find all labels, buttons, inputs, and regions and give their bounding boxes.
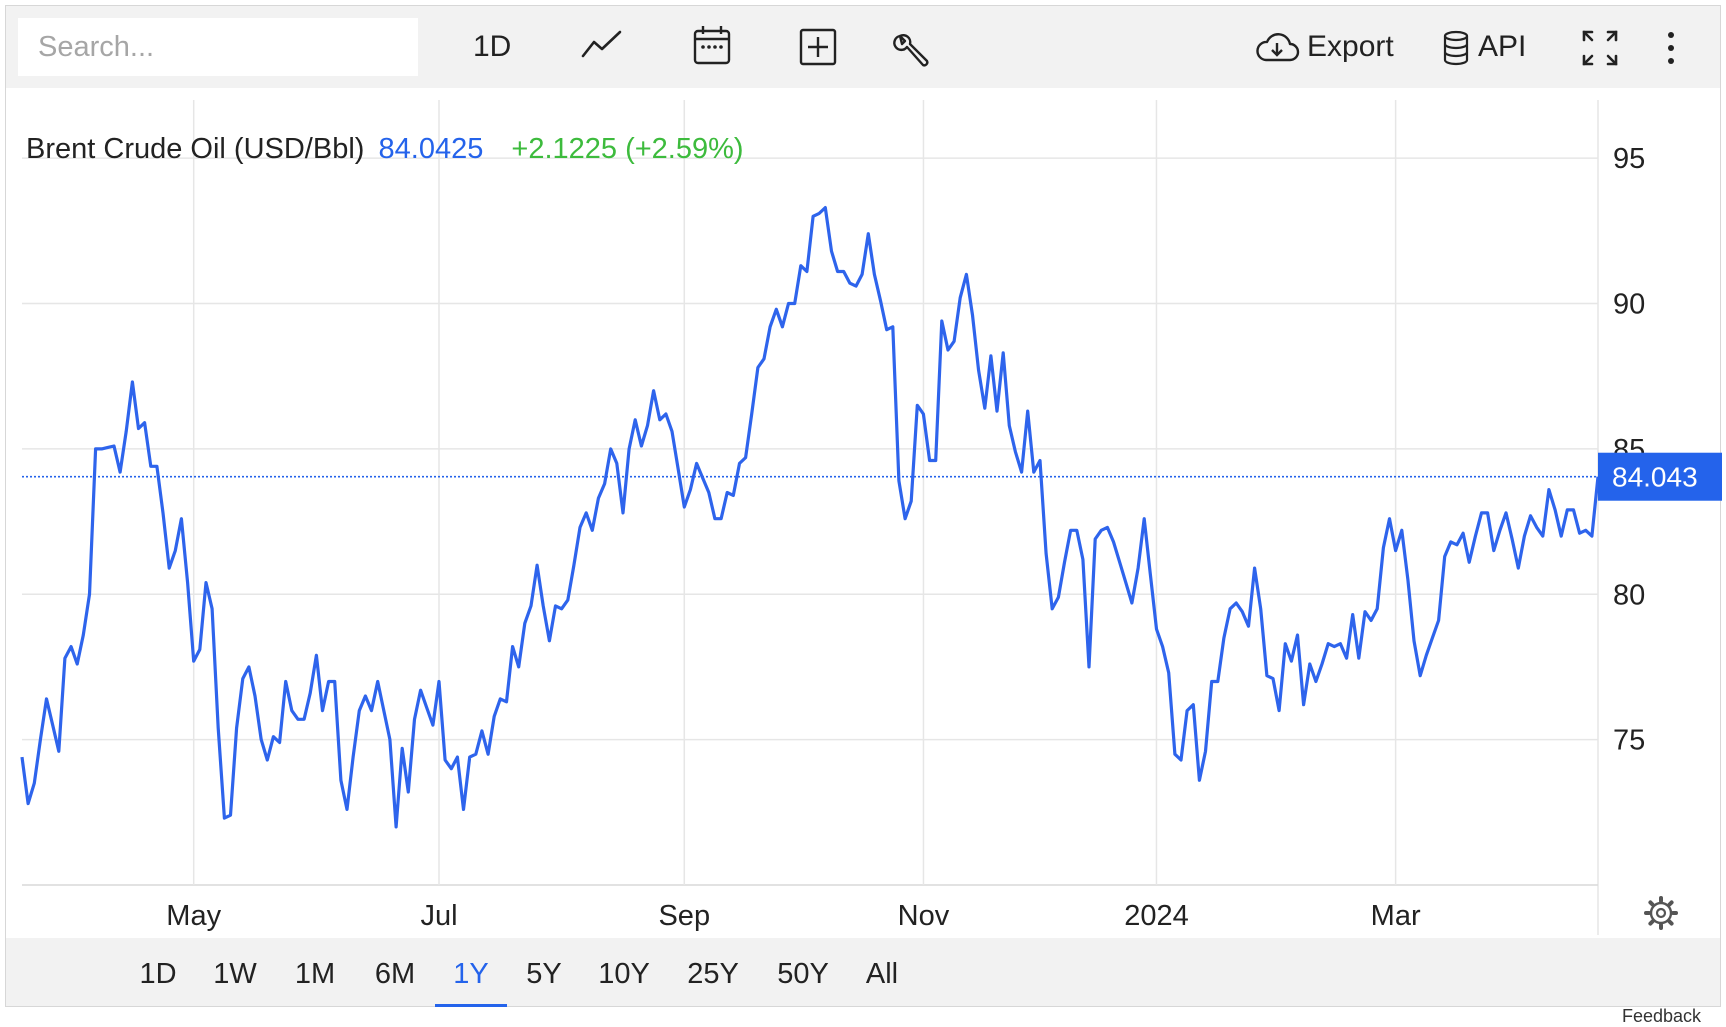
x-tick-label: 2024 bbox=[1124, 900, 1189, 932]
last-price: 84.0425 bbox=[378, 133, 484, 165]
y-tick-label: 90 bbox=[1613, 289, 1645, 321]
y-tick-label: 75 bbox=[1613, 725, 1645, 757]
range-button-1w[interactable]: 1W bbox=[195, 950, 275, 998]
range-button-all[interactable]: All bbox=[842, 950, 922, 998]
gear-icon[interactable] bbox=[1644, 896, 1678, 930]
range-button-1y[interactable]: 1Y bbox=[431, 950, 511, 998]
y-tick-label: 80 bbox=[1613, 579, 1645, 611]
range-button-25y[interactable]: 25Y bbox=[673, 950, 753, 998]
feedback-link[interactable]: Feedback bbox=[1622, 1006, 1701, 1027]
price-change: +2.1225 (+2.59%) bbox=[511, 133, 744, 165]
range-button-1d[interactable]: 1D bbox=[118, 950, 198, 998]
x-tick-label: May bbox=[166, 900, 221, 932]
active-range-underline bbox=[435, 1004, 507, 1007]
range-button-1m[interactable]: 1M bbox=[275, 950, 355, 998]
range-button-6m[interactable]: 6M bbox=[355, 950, 435, 998]
range-button-50y[interactable]: 50Y bbox=[763, 950, 843, 998]
range-button-5y[interactable]: 5Y bbox=[504, 950, 584, 998]
x-tick-label: Jul bbox=[420, 900, 457, 932]
series-line bbox=[20, 206, 1600, 829]
range-button-10y[interactable]: 10Y bbox=[584, 950, 664, 998]
chart-legend: Brent Crude Oil (USD/Bbl) 84.0425 +2.122… bbox=[26, 133, 744, 166]
y-tick-label: 95 bbox=[1613, 143, 1645, 175]
last-value-label: 84.043 bbox=[1612, 462, 1698, 493]
instrument-name: Brent Crude Oil (USD/Bbl) bbox=[26, 133, 365, 165]
x-tick-label: Mar bbox=[1371, 900, 1421, 932]
x-tick-label: Sep bbox=[658, 900, 710, 932]
x-tick-label: Nov bbox=[898, 900, 950, 932]
